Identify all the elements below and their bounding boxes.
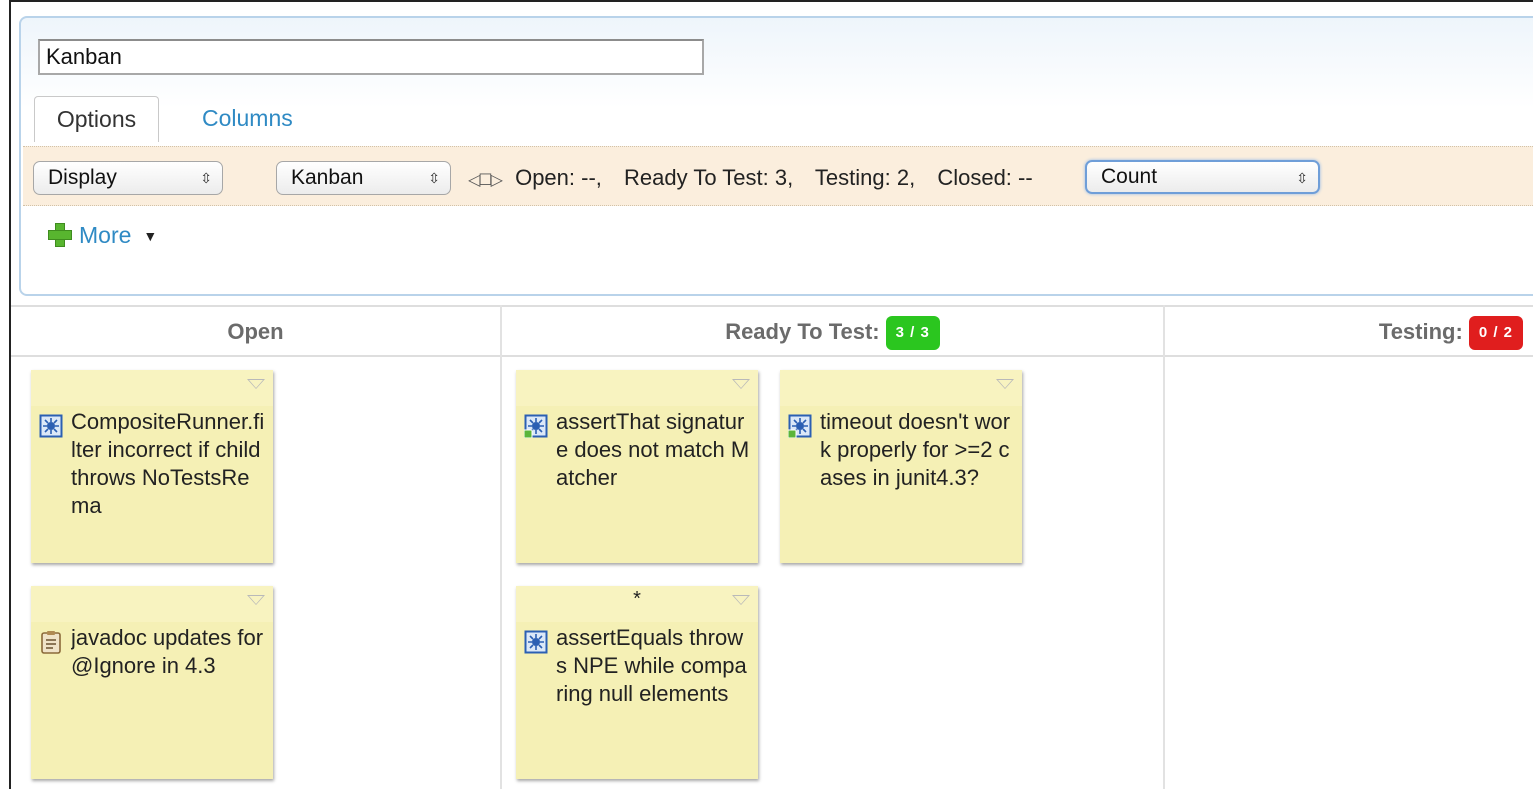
card-title: javadoc updates for @Ignore in 4.3 xyxy=(71,625,264,678)
card[interactable]: javadoc updates for @Ignore in 4.3 xyxy=(31,586,273,779)
column-title: Ready To Test: xyxy=(725,319,880,344)
card-header: * xyxy=(516,586,758,622)
display-select[interactable]: Display ⇳ xyxy=(33,161,223,195)
card-header xyxy=(516,370,758,406)
more-button[interactable]: More ▼ xyxy=(47,218,157,252)
card-changed-marker: * xyxy=(633,588,641,610)
card-header xyxy=(31,586,273,622)
task-icon xyxy=(41,631,61,654)
wip-badge: 3 / 3 xyxy=(885,316,940,350)
display-select-value: Display xyxy=(48,166,117,189)
column-testing: Testing: 0 / 2 xyxy=(1165,305,1533,789)
column-open: Open CompositeRunner.filter incorrect if… xyxy=(11,305,502,789)
count-testing: Testing: 2, xyxy=(814,165,916,190)
layout-select-value: Kanban xyxy=(291,166,364,189)
options-toolbar: Display ⇳ Kanban ⇳ ◁☐▷ Open: --, Ready T… xyxy=(23,146,1533,206)
add-plus-icon xyxy=(47,222,72,247)
aggregate-select-value: Count xyxy=(1101,165,1158,188)
count-ready-to-test: Ready To Test: 3, xyxy=(624,165,794,190)
card-title: assertThat signature does not match Matc… xyxy=(556,409,750,490)
column-resize-icon[interactable]: ◁☐▷ xyxy=(468,172,503,189)
card-menu-icon[interactable] xyxy=(247,379,265,389)
app-frame: Options Columns Display ⇳ Kanban ⇳ ◁☐▷ O… xyxy=(9,0,1533,789)
tab-options[interactable]: Options xyxy=(34,96,159,142)
count-closed: Closed: -- xyxy=(937,165,1033,190)
column-header-ready-to-test: Ready To Test: 3 / 3 xyxy=(502,305,1163,357)
defect-icon xyxy=(524,414,548,438)
tab-columns[interactable]: Columns xyxy=(202,96,293,142)
column-title: Testing: xyxy=(1378,319,1463,344)
card-menu-icon[interactable] xyxy=(732,379,750,389)
view-editor-panel: Options Columns Display ⇳ Kanban ⇳ ◁☐▷ O… xyxy=(19,16,1533,296)
column-header-testing: Testing: 0 / 2 xyxy=(1165,305,1533,357)
defect-icon xyxy=(524,630,548,654)
card[interactable]: CompositeRunner.filter incorrect if chil… xyxy=(31,370,273,563)
view-name-input[interactable] xyxy=(38,39,704,75)
card-header xyxy=(780,370,1022,406)
column-ready-to-test: Ready To Test: 3 / 3 assertThat signature… xyxy=(502,305,1165,789)
card[interactable]: assertThat signature does not match Matc… xyxy=(516,370,758,563)
layout-select[interactable]: Kanban ⇳ xyxy=(276,161,451,195)
card-title: assertEquals throws NPE while comparing … xyxy=(556,625,747,706)
card-menu-icon[interactable] xyxy=(996,379,1014,389)
card-header xyxy=(31,370,273,406)
select-arrows-icon: ⇳ xyxy=(200,170,212,186)
card-title: timeout doesn't work properly for >=2 ca… xyxy=(820,409,1011,490)
card-menu-icon[interactable] xyxy=(732,595,750,605)
more-label: More xyxy=(79,222,132,248)
column-header-open: Open xyxy=(11,305,500,357)
card-menu-icon[interactable] xyxy=(247,595,265,605)
column-counts: ◁☐▷ Open: --, Ready To Test: 3, Testing:… xyxy=(468,161,1033,195)
column-title: Open xyxy=(227,319,284,344)
card[interactable]: timeout doesn't work properly for >=2 ca… xyxy=(780,370,1022,563)
defect-icon xyxy=(788,414,812,438)
caret-down-icon: ▼ xyxy=(143,228,158,244)
card-title: CompositeRunner.filter incorrect if chil… xyxy=(71,409,265,518)
count-open: Open: --, xyxy=(515,165,602,190)
wip-badge: 0 / 2 xyxy=(1468,316,1523,350)
select-arrows-icon: ⇳ xyxy=(1296,170,1308,186)
kanban-board: Open CompositeRunner.filter incorrect if… xyxy=(11,305,1533,789)
aggregate-select[interactable]: Count ⇳ xyxy=(1085,160,1320,194)
select-arrows-icon: ⇳ xyxy=(428,170,440,186)
defect-icon xyxy=(39,414,63,438)
card[interactable]: * assertEquals throws NPE while comparin… xyxy=(516,586,758,779)
